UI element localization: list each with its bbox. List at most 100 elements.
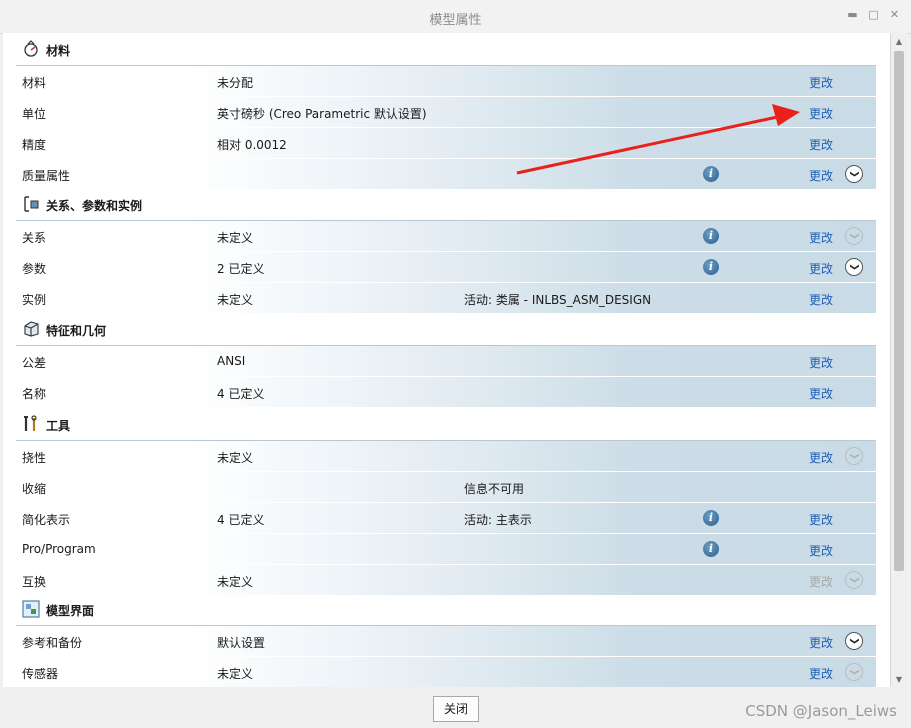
- property-row: 互换 未定义 更改 ❯: [16, 565, 876, 596]
- property-label: 精度: [22, 138, 47, 152]
- property-value: 4 已定义: [217, 513, 265, 527]
- section-material: 材料 材料 未分配 更改 单位 英寸磅秒 (Creo Parametric 默认设置) 更改…: [16, 33, 876, 190]
- section-title: 模型界面: [46, 604, 95, 618]
- property-label: 传感器: [22, 667, 59, 681]
- section-header: 模型界面: [16, 593, 876, 626]
- property-value: 未分配: [217, 76, 254, 90]
- change-link[interactable]: 更改: [809, 665, 833, 682]
- info-icon[interactable]: i: [703, 166, 719, 182]
- info-icon[interactable]: i: [703, 228, 719, 244]
- close-icon[interactable]: ✕: [888, 8, 901, 21]
- property-status: 活动: 主表示: [464, 513, 532, 527]
- maximize-icon[interactable]: □: [867, 8, 880, 21]
- scroll-up-icon[interactable]: ▲: [894, 37, 904, 47]
- section-title: 关系、参数和实例: [46, 199, 143, 213]
- property-row: 实例 未定义 活动: 类属 - INLBS_ASM_DESIGN 更改: [16, 283, 876, 314]
- change-link: 更改: [809, 575, 834, 589]
- section-tools: 工具 挠性 未定义 更改 ❯ 收缩 信息不可用 简化表示 4 已定义 活动: 主表示 i 更改 Pro/…: [16, 408, 876, 596]
- property-value: 2 已定义: [217, 262, 265, 276]
- chevron-down-icon[interactable]: ❯: [845, 258, 863, 276]
- section-relations: 关系、参数和实例 关系 未定义 i 更改 ❯ 参数 2 已定义 i 更改 ❯ 实例 未定义 活动: 类属 …: [16, 188, 876, 314]
- change-link[interactable]: 更改: [809, 634, 833, 651]
- property-label: 公差: [22, 356, 47, 370]
- close-button[interactable]: 关闭: [433, 696, 479, 722]
- property-label: 实例: [22, 293, 47, 307]
- property-row: 关系 未定义 i 更改 ❯: [16, 221, 876, 252]
- change-link[interactable]: 更改: [809, 74, 833, 91]
- property-value: ANSI: [217, 354, 246, 368]
- section-header: 关系、参数和实例: [16, 188, 876, 221]
- property-label: 材料: [22, 76, 47, 90]
- info-icon[interactable]: i: [703, 541, 719, 557]
- property-label: 单位: [22, 107, 47, 121]
- property-value: 未定义: [217, 667, 254, 681]
- property-label: Pro/Program: [22, 542, 96, 556]
- change-link[interactable]: 更改: [809, 385, 833, 402]
- property-row: Pro/Program i 更改: [16, 534, 876, 565]
- change-link[interactable]: 更改: [809, 542, 833, 559]
- property-row: 参考和备份 默认设置 更改 ❯: [16, 626, 876, 657]
- property-label: 简化表示: [22, 513, 71, 527]
- section-title: 材料: [46, 44, 71, 58]
- material-icon: [22, 40, 40, 58]
- property-row: 简化表示 4 已定义 活动: 主表示 i 更改: [16, 503, 876, 534]
- info-icon[interactable]: i: [703, 259, 719, 275]
- property-value: 未定义: [217, 293, 254, 307]
- minimize-icon[interactable]: ▬: [846, 8, 859, 21]
- scroll-down-icon[interactable]: ▼: [894, 675, 904, 685]
- property-row: 精度 相对 0.0012 更改: [16, 128, 876, 159]
- feature-geometry-icon: [22, 320, 40, 338]
- change-link[interactable]: 更改: [809, 291, 833, 308]
- property-row: 收缩 信息不可用: [16, 472, 876, 503]
- property-row: 单位 英寸磅秒 (Creo Parametric 默认设置) 更改: [16, 97, 876, 128]
- section-title: 特征和几何: [46, 324, 107, 338]
- property-label: 名称: [22, 387, 47, 401]
- property-row: 名称 4 已定义 更改: [16, 377, 876, 408]
- chevron-down-icon[interactable]: ❯: [845, 165, 863, 183]
- property-row: 质量属性 i 更改 ❯: [16, 159, 876, 190]
- relations-icon: [22, 195, 40, 213]
- property-label: 参数: [22, 262, 47, 276]
- change-link[interactable]: 更改: [809, 449, 833, 466]
- property-value: 默认设置: [217, 636, 266, 650]
- change-link[interactable]: 更改: [809, 136, 833, 153]
- change-link[interactable]: 更改: [809, 354, 833, 371]
- property-row: 挠性 未定义 更改 ❯: [16, 441, 876, 472]
- tools-icon: [22, 415, 40, 433]
- property-row: 传感器 未定义 更改 ❯: [16, 657, 876, 687]
- change-link[interactable]: 更改: [809, 229, 833, 246]
- chevron-down-icon: ❯: [845, 227, 863, 245]
- change-link[interactable]: 更改: [809, 167, 833, 184]
- chevron-down-icon[interactable]: ❯: [845, 632, 863, 650]
- property-label: 关系: [22, 231, 47, 245]
- property-label: 质量属性: [22, 169, 71, 183]
- property-value: 未定义: [217, 231, 254, 245]
- model-properties-window: 模型属性 ▬ □ ✕ 材料 材料 未分配 更改 单位 英寸磅秒 (Creo Paramet…: [0, 0, 911, 728]
- property-value: 未定义: [217, 575, 254, 589]
- watermark: CSDN @Jason_Leiws: [745, 702, 897, 720]
- chevron-down-icon: ❯: [845, 571, 863, 589]
- property-status: 活动: 类属 - INLBS_ASM_DESIGN: [464, 293, 652, 307]
- property-value: 相对 0.0012: [217, 138, 287, 152]
- section-header: 材料: [16, 33, 876, 66]
- chevron-down-icon: ❯: [845, 663, 863, 681]
- model-interface-icon: [22, 600, 40, 618]
- scroll-thumb[interactable]: [894, 51, 904, 571]
- property-status: 信息不可用: [464, 482, 525, 496]
- property-row: 参数 2 已定义 i 更改 ❯: [16, 252, 876, 283]
- section-interface: 模型界面 参考和备份 默认设置 更改 ❯ 传感器 未定义 更改 ❯: [16, 593, 876, 687]
- section-title: 工具: [46, 419, 71, 433]
- property-row: 材料 未分配 更改: [16, 66, 876, 97]
- section-features: 特征和几何 公差 ANSI 更改 名称 4 已定义 更改: [16, 313, 876, 408]
- vertical-scrollbar[interactable]: ▲ ▼: [891, 33, 907, 687]
- chevron-down-icon: ❯: [845, 447, 863, 465]
- change-link[interactable]: 更改: [809, 105, 833, 122]
- info-icon[interactable]: i: [703, 510, 719, 526]
- dialog-footer: 关闭 CSDN @Jason_Leiws: [0, 687, 911, 728]
- change-link[interactable]: 更改: [809, 511, 833, 528]
- change-link[interactable]: 更改: [809, 260, 833, 277]
- window-title: 模型属性: [429, 13, 482, 28]
- property-label: 挠性: [22, 451, 47, 465]
- section-header: 工具: [16, 408, 876, 441]
- property-label: 互换: [22, 575, 47, 589]
